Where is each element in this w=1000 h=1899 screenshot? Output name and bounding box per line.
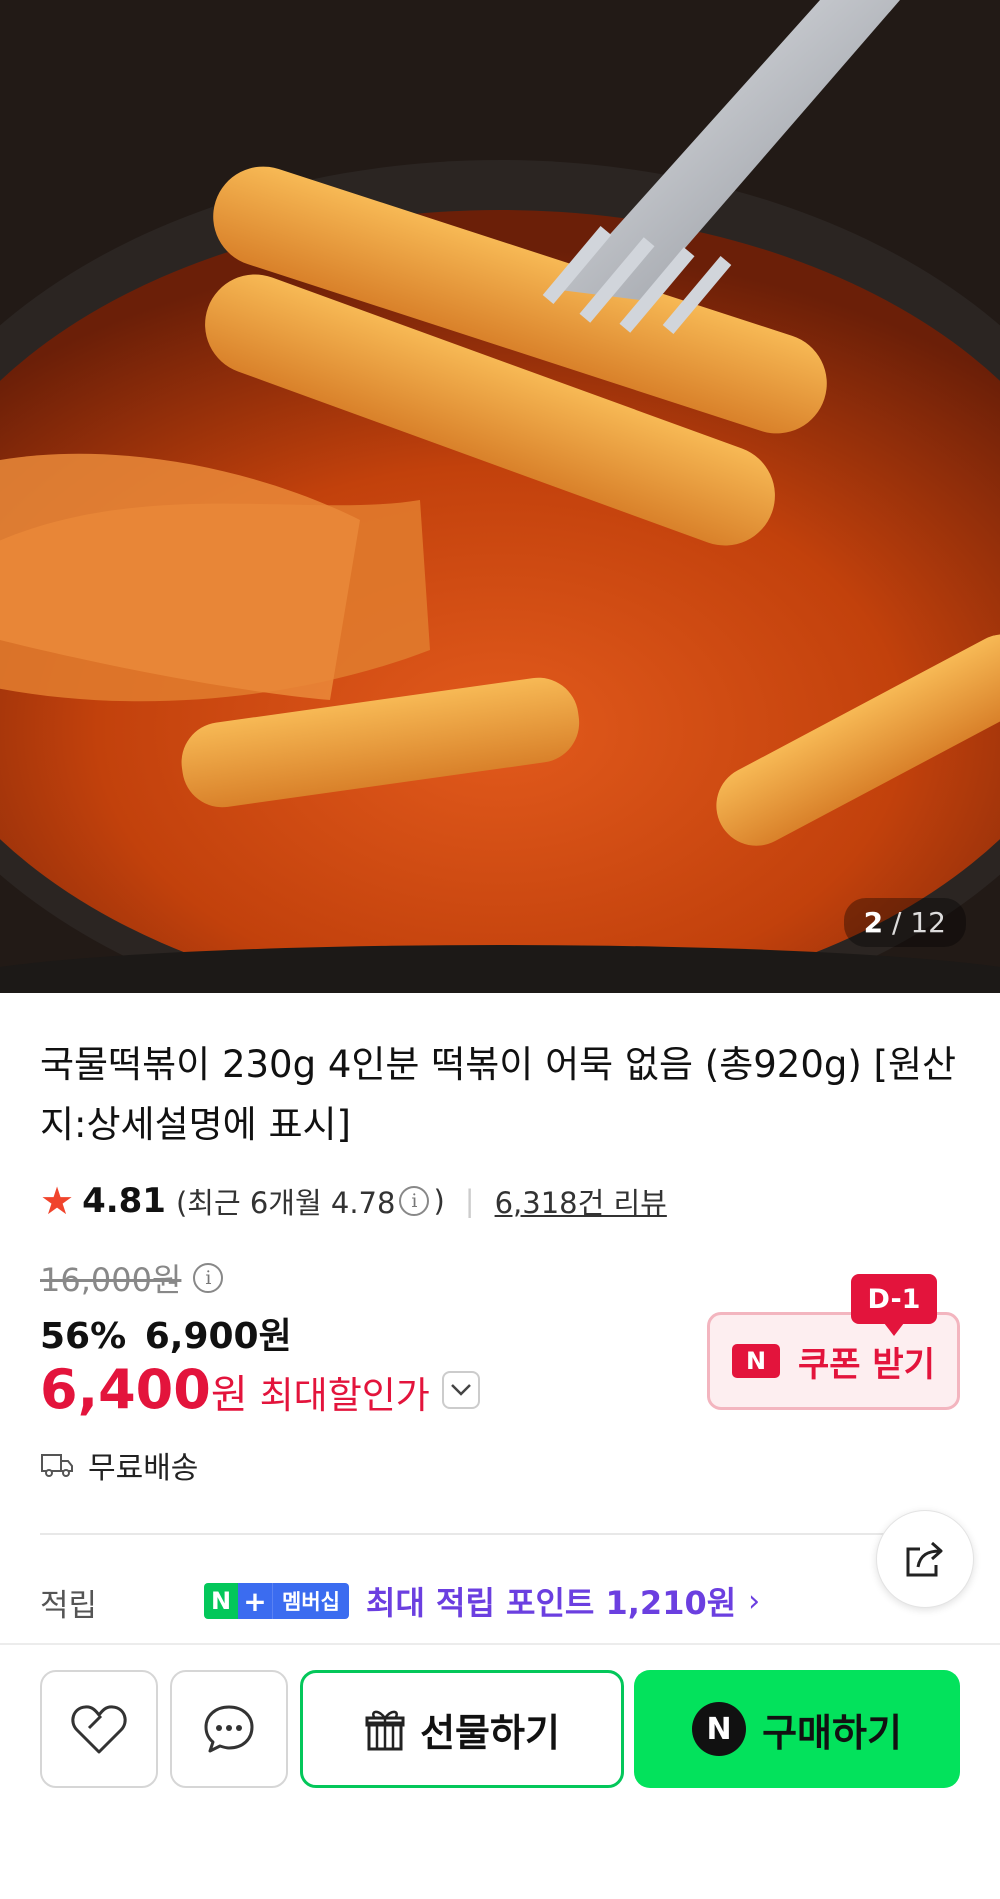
product-title: 국물떡볶이 230g 4인분 떡볶이 어묵 없음 (총920g) [원산지:상세… [40,1043,957,1146]
price-info-icon[interactable]: i [193,1263,224,1293]
rating-separator: | [464,1184,475,1218]
points-text: 최대 적립 포인트 1,210원 [366,1584,737,1622]
star-icon: ★ [40,1179,75,1223]
buy-label: 구매하기 [762,1710,902,1755]
points-label: 적립 [40,1588,98,1624]
section-divider [40,1533,960,1535]
coupon-label: 쿠폰 받기 [798,1344,935,1385]
product-photo [0,0,1000,993]
image-counter-current: 2 [863,906,884,939]
shipping-info: 무료배송 [40,1443,198,1487]
points-link[interactable]: 최대 적립 포인트 1,210원 › [366,1578,760,1624]
chevron-down-icon[interactable] [441,1370,480,1409]
image-counter-total: 12 [910,906,946,939]
gift-label: 선물하기 [420,1710,560,1755]
gift-button[interactable]: 선물하기 [300,1670,624,1788]
discount-percent: 56% [40,1316,127,1357]
membership-badge: N + 멤버십 [204,1583,349,1619]
max-discount-label: 최대할인가 [259,1374,430,1417]
review-count-link[interactable]: 6,318건 리뷰 [495,1180,667,1222]
rating-score: 4.81 [82,1181,166,1221]
image-counter: 2 / 12 [843,898,966,947]
sale-price: 6,900원 [144,1316,292,1357]
chat-icon [204,1705,254,1753]
original-price-value: 16,000원 [40,1261,182,1299]
share-button[interactable] [876,1510,974,1608]
coupon-deadline-badge: D-1 [851,1274,937,1336]
gift-icon [365,1710,405,1751]
buy-button[interactable]: N 구매하기 [634,1670,960,1788]
max-discount-won: 원 [210,1372,248,1418]
bottom-bar-divider [0,1643,1000,1645]
rating-recent: (최근 6개월 4.78 [175,1186,396,1220]
truck-icon [41,1454,73,1477]
max-discount-price: 6,400 [40,1358,211,1421]
heart-icon [71,1705,127,1754]
naver-pay-icon: N [692,1702,747,1756]
membership-badge-label: 멤버십 [272,1583,349,1619]
bottom-action-bar: 선물하기 N 구매하기 [0,1670,1000,1790]
product-image-gallery[interactable]: 2 / 12 [0,0,1000,993]
original-price: 16,000원 i [40,1255,227,1301]
membership-badge-plus: + [238,1583,272,1619]
coupon-button[interactable]: N 쿠폰 받기 [707,1312,960,1410]
like-button[interactable] [40,1670,158,1788]
share-icon [906,1541,943,1577]
rating-recent-close: ) [433,1184,445,1218]
shipping-label: 무료배송 [88,1451,199,1486]
max-discount-row: 6,400 원 최대할인가 [40,1358,480,1421]
talk-button[interactable] [170,1670,288,1788]
sale-price-row: 56% 6,900원 [40,1307,292,1359]
image-counter-separator: / [892,906,902,939]
rating-row: ★ 4.81 (최근 6개월 4.78 i ) | 6,318건 리뷰 [40,1176,667,1226]
chevron-right-icon: › [748,1583,761,1619]
membership-badge-n: N [204,1583,238,1619]
info-icon[interactable]: i [399,1186,430,1216]
naver-logo-icon: N [732,1344,781,1378]
